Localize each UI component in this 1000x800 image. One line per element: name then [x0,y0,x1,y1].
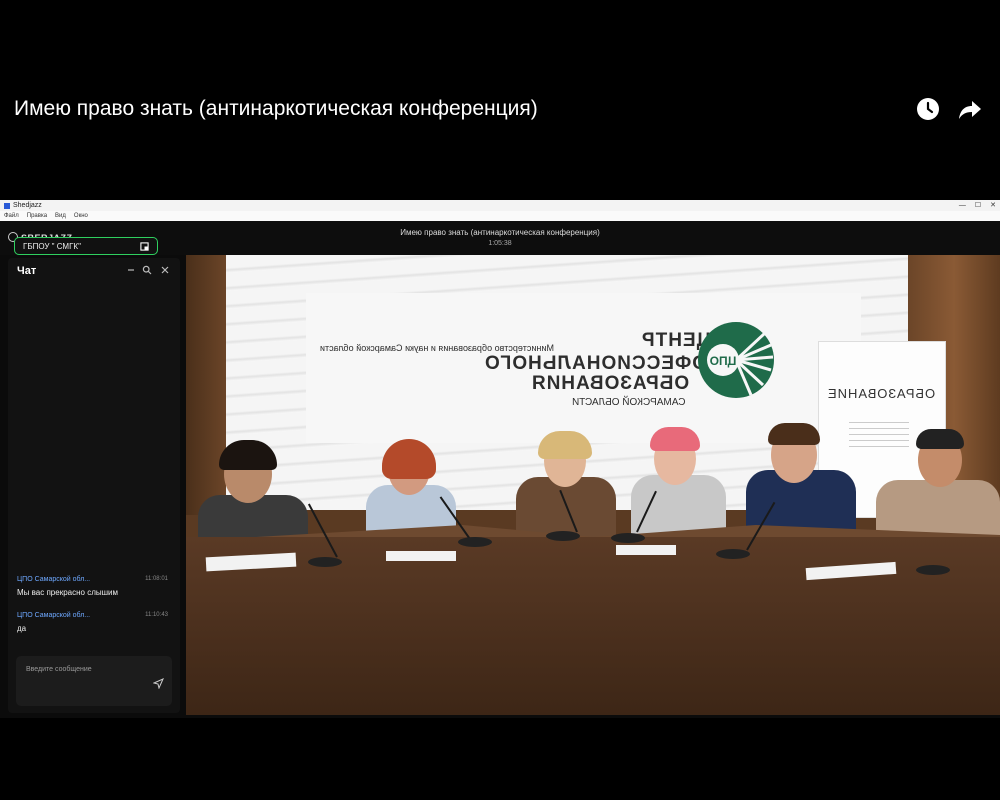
microphone [916,565,950,575]
ministry-sign-text: Министерство образования и науки Самарск… [320,343,554,353]
emblem-text: ЦПО [710,354,737,368]
microphone [716,549,750,559]
minimize-chat-icon[interactable] [126,265,136,275]
window-titlebar: Shedjazz — ☐ ✕ [0,200,1000,211]
maximize-button[interactable]: ☐ [975,200,981,211]
paper-sheet [616,545,676,555]
chat-message-time: 11:10:43 [145,612,168,618]
chat-message-text: Мы вас прекрасно слышим [17,588,118,597]
chat-panel: Чат ЦПО Самарской обл... 11:08:01 Мы вас… [8,258,180,713]
microphone [611,533,645,543]
participant-label: ГБПОУ " СМГК" [23,241,81,251]
chat-message-time: 11:08:01 [145,576,168,582]
emblem-icon: ЦПО [698,322,774,398]
rollup-text-lines [849,422,909,452]
app-name: Shedjazz [13,202,42,209]
menu-file[interactable]: Файл [4,213,19,219]
app-logo-icon [4,202,10,209]
microphone [546,531,580,541]
send-icon[interactable] [153,678,164,689]
chat-message-input[interactable]: Введите сообщение [16,656,172,706]
center-sign-line4: САМАРСКОЙ ОБЛАСТИ [572,397,686,408]
wood-panel-left [186,255,226,515]
close-icon[interactable] [160,265,170,275]
clock-icon[interactable] [915,96,941,122]
video-feed[interactable]: Министерство образования и науки Самарск… [186,255,1000,715]
menu-bar: Файл Правка Вид Окно [0,211,1000,221]
menu-window[interactable]: Окно [74,213,88,219]
minimize-button[interactable]: — [959,200,966,211]
video-title: Имею право знать (антинаркотическая конф… [14,97,538,120]
chat-input-placeholder: Введите сообщение [26,666,92,673]
conference-title: Имею право знать (антинаркотическая конф… [400,228,600,237]
chat-heading: Чат [17,265,37,277]
app-window: Shedjazz — ☐ ✕ Файл Правка Вид Окно Имею… [0,200,1000,718]
menu-edit[interactable]: Правка [27,213,47,219]
chat-message-author[interactable]: ЦПО Самарской обл... [17,612,90,619]
paper-sheet [386,551,456,561]
chat-message-text: да [17,624,27,633]
pin-icon[interactable] [140,242,149,251]
close-window-button[interactable]: ✕ [990,200,996,211]
menu-view[interactable]: Вид [55,213,66,219]
microphone [308,557,342,567]
search-icon[interactable] [142,265,152,275]
center-sign-line3: ОБРАЗОВАНИЯ [531,373,690,394]
share-icon[interactable] [957,96,983,122]
rollup-title: ОБРАЗОВАНИЕ [827,386,936,401]
chat-message-author[interactable]: ЦПО Самарской обл... [17,576,90,583]
participant-pill[interactable]: ГБПОУ " СМГК" [14,237,158,255]
microphone [458,537,492,547]
